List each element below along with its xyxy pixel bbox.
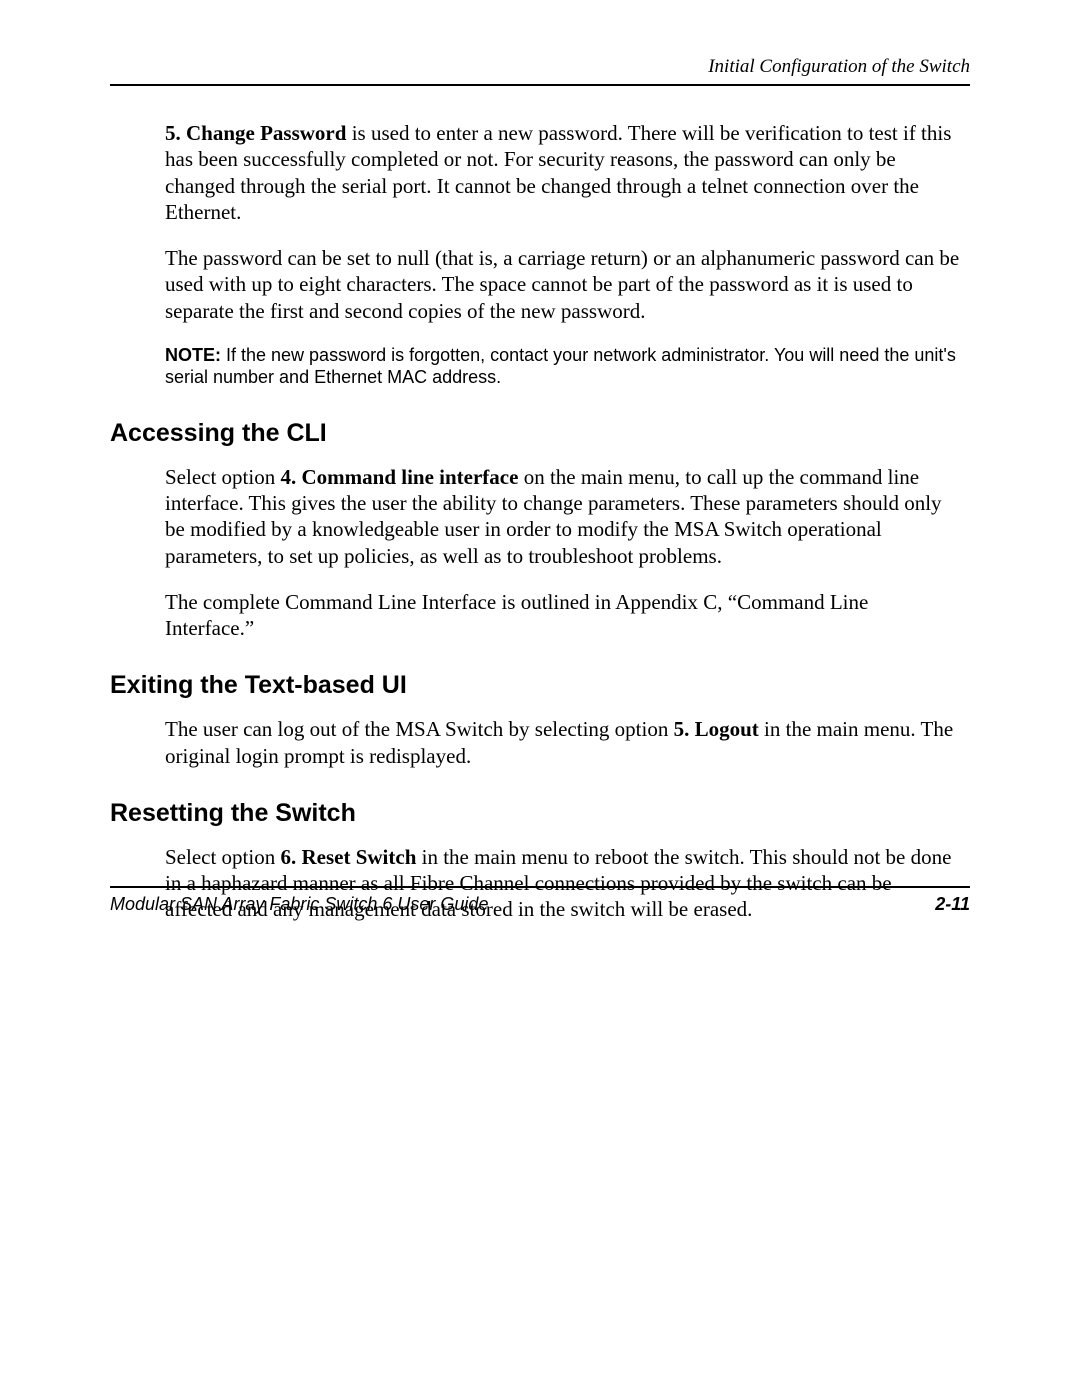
heading-resetting-switch: Resetting the Switch [110,799,970,828]
page-number: 2-11 [935,894,970,915]
resetting-p1-bold: 6. Reset Switch [280,845,416,869]
footer-title: Modular SAN Array Fabric Switch 6 User G… [110,894,488,915]
cli-p2: The complete Command Line Interface is o… [165,589,960,642]
section-accessing-cli: Select option 4. Command line interface … [165,464,960,642]
section-exiting-ui: The user can log out of the MSA Switch b… [165,716,960,769]
note-label: NOTE: [165,345,221,365]
change-password-lead: 5. Change Password [165,121,346,145]
heading-exiting-ui: Exiting the Text-based UI [110,671,970,700]
page: Initial Configuration of the Switch 5. C… [0,0,1080,1397]
running-header: Initial Configuration of the Switch [110,56,970,86]
section-change-password: 5. Change Password is used to enter a ne… [165,120,960,389]
exiting-p1: The user can log out of the MSA Switch b… [165,716,960,769]
change-password-note: NOTE: If the new password is forgotten, … [165,344,960,389]
cli-p1: Select option 4. Command line interface … [165,464,960,569]
cli-p1-a: Select option [165,465,280,489]
note-text: If the new password is forgotten, contac… [165,345,956,388]
change-password-p1: 5. Change Password is used to enter a ne… [165,120,960,225]
heading-accessing-cli: Accessing the CLI [110,419,970,448]
footer-rule [110,886,970,888]
exiting-p1-a: The user can log out of the MSA Switch b… [165,717,674,741]
footer-row: Modular SAN Array Fabric Switch 6 User G… [110,894,970,915]
exiting-p1-bold: 5. Logout [674,717,759,741]
change-password-p2: The password can be set to null (that is… [165,245,960,324]
cli-p1-bold: 4. Command line interface [280,465,518,489]
resetting-p1-a: Select option [165,845,280,869]
page-footer: Modular SAN Array Fabric Switch 6 User G… [110,886,970,915]
